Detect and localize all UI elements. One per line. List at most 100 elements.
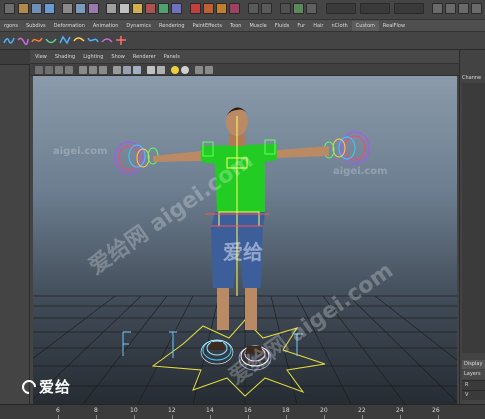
time-slider[interactable]: 6 8 10 12 14 16 18 20 22 24 26 bbox=[0, 404, 485, 419]
shelf-tab-polygons[interactable]: rgons bbox=[0, 21, 22, 31]
frame-label: 22 bbox=[358, 407, 366, 414]
shelf-tab-realflow[interactable]: RealFlow bbox=[379, 21, 409, 31]
input-field-2[interactable] bbox=[360, 3, 390, 14]
select-object-icon[interactable] bbox=[75, 3, 86, 14]
curve-tool-icon-5[interactable] bbox=[59, 35, 71, 46]
right-hand-controls[interactable] bbox=[323, 131, 370, 165]
curve-tool-icon-6[interactable] bbox=[73, 35, 85, 46]
toggle-icon-4[interactable] bbox=[471, 3, 482, 14]
perspective-viewport[interactable]: 爱给 爱给网 aigei.com 爱给网 aigei.com aigei.com… bbox=[33, 76, 457, 404]
frame-label: 12 bbox=[168, 407, 176, 414]
shelf-tab-hair[interactable]: Hair bbox=[309, 21, 327, 31]
input-field[interactable] bbox=[326, 3, 356, 14]
shelf-tab-fluids[interactable]: Fluids bbox=[271, 21, 294, 31]
new-scene-icon[interactable] bbox=[18, 3, 29, 14]
curve-tool-icon-4[interactable] bbox=[45, 35, 57, 46]
open-scene-icon[interactable] bbox=[31, 3, 42, 14]
shelf-tab-muscle[interactable]: Muscle bbox=[245, 21, 270, 31]
frame-label: 14 bbox=[206, 407, 214, 414]
film-gate-icon[interactable] bbox=[89, 66, 97, 74]
mask-icon-4[interactable] bbox=[145, 3, 156, 14]
mask-icon-3[interactable] bbox=[132, 3, 143, 14]
select-hierarchy-icon[interactable] bbox=[62, 3, 73, 14]
wireframe-on-shaded-icon[interactable] bbox=[133, 66, 141, 74]
layer-row[interactable]: V bbox=[462, 390, 485, 400]
save-scene-icon[interactable] bbox=[44, 3, 55, 14]
bookmark-icon[interactable] bbox=[55, 66, 63, 74]
channel-box[interactable] bbox=[462, 83, 485, 353]
camera-icon[interactable] bbox=[35, 66, 43, 74]
shelf-tab-rendering[interactable]: Rendering bbox=[155, 21, 189, 31]
right-arm[interactable] bbox=[277, 146, 329, 158]
tick bbox=[400, 415, 401, 419]
shadows-icon[interactable] bbox=[181, 66, 189, 74]
menu-lighting[interactable]: Lighting bbox=[79, 54, 107, 60]
mask-icon[interactable] bbox=[106, 3, 117, 14]
render-icon[interactable] bbox=[280, 3, 291, 14]
shelf-tab-ncloth[interactable]: nCloth bbox=[327, 21, 351, 31]
hq-render-icon[interactable] bbox=[205, 66, 213, 74]
toggle-icon-2[interactable] bbox=[445, 3, 456, 14]
smooth-shade-icon[interactable] bbox=[123, 66, 131, 74]
toggle-icon[interactable] bbox=[432, 3, 443, 14]
tab-layers[interactable]: Layers bbox=[462, 370, 485, 379]
menu-panels[interactable]: Panels bbox=[160, 54, 184, 60]
camera-attributes-icon[interactable] bbox=[45, 66, 53, 74]
wireframe-icon[interactable] bbox=[113, 66, 121, 74]
resolution-gate-icon[interactable] bbox=[99, 66, 107, 74]
curve-tool-icon-2[interactable] bbox=[17, 35, 29, 46]
shelf-tab-animation[interactable]: Animation bbox=[89, 21, 123, 31]
tick bbox=[286, 415, 287, 419]
mode-selector[interactable] bbox=[4, 3, 15, 14]
left-shoe bbox=[209, 342, 225, 350]
snap-surface-icon[interactable] bbox=[229, 3, 240, 14]
tick bbox=[438, 415, 439, 419]
left-arm[interactable] bbox=[153, 151, 201, 162]
input-field-3[interactable] bbox=[394, 3, 424, 14]
menu-show[interactable]: Show bbox=[107, 54, 129, 60]
menu-view[interactable]: View bbox=[31, 54, 51, 60]
shelf-tab-dynamics[interactable]: Dynamics bbox=[122, 21, 155, 31]
shelf-tab-deformation[interactable]: Deformation bbox=[50, 21, 89, 31]
lights-icon[interactable] bbox=[171, 66, 179, 74]
tab-display[interactable]: Display bbox=[462, 360, 485, 369]
curve-tool-icon-9[interactable] bbox=[115, 35, 127, 46]
shelf-tab-custom[interactable]: Custom bbox=[351, 20, 379, 31]
left-hand-controls[interactable] bbox=[114, 141, 159, 175]
curve-tool-icon-7[interactable] bbox=[87, 35, 99, 46]
curve-tool-icon-8[interactable] bbox=[101, 35, 113, 46]
toggle-icon-3[interactable] bbox=[458, 3, 469, 14]
snap-grid-icon[interactable] bbox=[190, 3, 201, 14]
shelf-tab-painteffects[interactable]: PaintEffects bbox=[189, 21, 226, 31]
menu-shading[interactable]: Shading bbox=[51, 54, 79, 60]
snap-curve-icon[interactable] bbox=[203, 3, 214, 14]
channels-label[interactable]: Channe bbox=[462, 75, 481, 81]
textured-icon[interactable] bbox=[157, 66, 165, 74]
shelf-tab-fur[interactable]: Fur bbox=[293, 21, 309, 31]
mask-icon-6[interactable] bbox=[171, 3, 182, 14]
channel-box-panel: Channe Display Layers R V bbox=[459, 50, 485, 405]
scene bbox=[33, 107, 457, 404]
render-settings-icon[interactable] bbox=[306, 3, 317, 14]
curve-tool-icon[interactable] bbox=[3, 35, 15, 46]
isolate-select-icon[interactable] bbox=[195, 66, 203, 74]
layer-row[interactable]: R bbox=[462, 380, 485, 390]
construction-icon[interactable] bbox=[261, 3, 272, 14]
select-component-icon[interactable] bbox=[88, 3, 99, 14]
shelf-tab-toon[interactable]: Toon bbox=[226, 21, 246, 31]
shelf-tab-bar: rgons Subdivs Deformation Animation Dyna… bbox=[0, 20, 485, 32]
snap-point-icon[interactable] bbox=[216, 3, 227, 14]
curve-tool-icon-3[interactable] bbox=[31, 35, 43, 46]
ipr-render-icon[interactable] bbox=[293, 3, 304, 14]
mask-icon-2[interactable] bbox=[119, 3, 130, 14]
mask-icon-5[interactable] bbox=[158, 3, 169, 14]
time-ruler[interactable]: 6 8 10 12 14 16 18 20 22 24 26 bbox=[36, 405, 456, 419]
brand-watermark: 爱给 bbox=[19, 376, 71, 397]
toolbox-header bbox=[0, 50, 30, 65]
image-plane-icon[interactable] bbox=[65, 66, 73, 74]
history-icon[interactable] bbox=[248, 3, 259, 14]
menu-renderer[interactable]: Renderer bbox=[129, 54, 160, 60]
grid-icon[interactable] bbox=[79, 66, 87, 74]
shelf-tab-subdivs[interactable]: Subdivs bbox=[22, 21, 50, 31]
xray-icon[interactable] bbox=[147, 66, 155, 74]
